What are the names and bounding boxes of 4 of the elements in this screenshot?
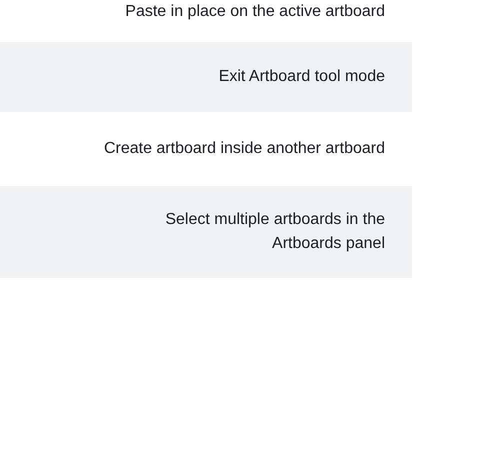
table-cell-text: Paste in place on the active artboard <box>124 2 385 22</box>
table-cell-text: Create artboard inside another artboard <box>102 139 385 159</box>
table-cell-text: Exit Artboard tool mode <box>218 67 385 87</box>
table-cell-text: Select multiple artboards in the Artboards panel <box>164 210 385 254</box>
